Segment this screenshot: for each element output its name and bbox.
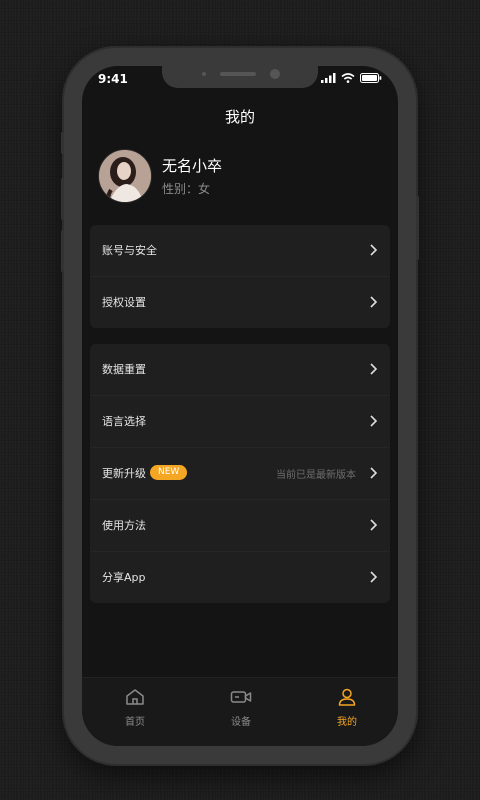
tab-label: 首页: [125, 717, 145, 728]
update-status-text: 当前已是最新版本: [276, 470, 356, 481]
sensor-dot: [202, 72, 206, 76]
avatar[interactable]: [98, 149, 152, 203]
settings-group-account: 账号与安全 授权设置: [90, 225, 390, 328]
speaker: [220, 72, 256, 76]
chevron-right-icon: [370, 415, 378, 427]
menu-item-authorization[interactable]: 授权设置: [90, 277, 390, 328]
tab-bar: 首页 设备 我的: [82, 677, 398, 746]
camera-icon: [230, 691, 252, 703]
wifi-icon: [341, 73, 355, 83]
chevron-right-icon: [370, 363, 378, 375]
power-button: [416, 196, 419, 260]
phone-screen: 9:41 我的 无名小卒 性别：女 账号与安全 授权设置 数据重置 语言选择 更…: [82, 66, 398, 746]
menu-item-label: 账号与安全: [102, 244, 157, 257]
profile-section[interactable]: 无名小卒 性别：女: [98, 149, 388, 203]
menu-item-label: 语言选择: [102, 415, 146, 428]
front-camera: [270, 69, 280, 79]
menu-item-label: 授权设置: [102, 296, 146, 309]
tab-home[interactable]: 首页: [100, 688, 170, 728]
home-icon: [126, 689, 144, 705]
chevron-right-icon: [370, 467, 378, 479]
status-icons: [321, 73, 382, 83]
new-badge: NEW: [150, 465, 188, 480]
menu-item-label: 数据重置: [102, 363, 146, 376]
page-title: 我的: [224, 108, 255, 126]
battery-icon: [360, 73, 382, 83]
notch: [162, 66, 318, 88]
menu-item-language[interactable]: 语言选择: [90, 396, 390, 448]
tab-label: 我的: [337, 717, 357, 728]
menu-item-data-reset[interactable]: 数据重置: [90, 344, 390, 396]
menu-item-share-app[interactable]: 分享App: [90, 552, 390, 603]
settings-group-general: 数据重置 语言选择 更新升级 NEW 当前已是最新版本 使用方法 分享App: [90, 344, 390, 603]
status-time: 9:41: [98, 72, 128, 86]
menu-item-usage[interactable]: 使用方法: [90, 500, 390, 552]
tab-mine[interactable]: 我的: [312, 688, 382, 728]
signal-icon: [321, 73, 336, 83]
gender-label: 性别：女: [162, 182, 211, 196]
avatar-photo: [99, 150, 151, 202]
menu-item-label: 分享App: [102, 571, 146, 584]
menu-item-label: 更新升级: [102, 467, 146, 480]
tab-devices[interactable]: 设备: [206, 688, 276, 728]
tab-label: 设备: [231, 717, 251, 728]
volume-down-button: [61, 230, 64, 272]
menu-item-update[interactable]: 更新升级 NEW 当前已是最新版本: [90, 448, 390, 500]
nickname: 无名小卒: [162, 157, 223, 175]
user-icon: [338, 688, 356, 706]
menu-item-label: 使用方法: [102, 519, 146, 532]
chevron-right-icon: [370, 571, 378, 583]
mute-switch: [61, 132, 64, 154]
chevron-right-icon: [370, 296, 378, 308]
chevron-right-icon: [370, 519, 378, 531]
menu-item-account-security[interactable]: 账号与安全: [90, 225, 390, 277]
volume-up-button: [61, 178, 64, 220]
chevron-right-icon: [370, 244, 378, 256]
